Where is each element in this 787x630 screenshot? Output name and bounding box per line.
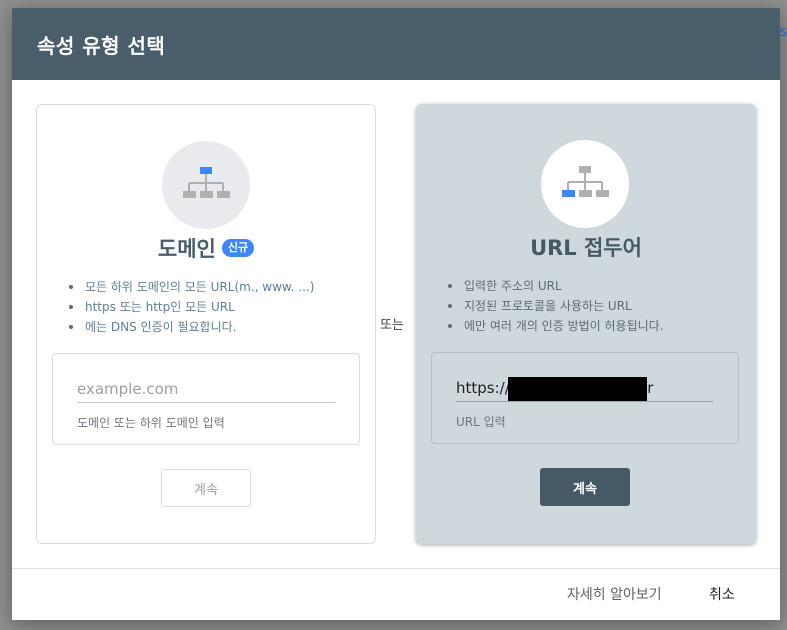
cancel-button[interactable]: 취소 <box>709 584 735 604</box>
domain-continue-button[interactable]: 계속 <box>161 469 251 507</box>
new-badge: 신규 <box>221 239 255 257</box>
domain-input[interactable] <box>77 376 335 403</box>
url-prefix-card[interactable]: URL 접두어 입력한 주소의 URL 지정된 프로토콜을 사용하는 URL 에… <box>416 104 756 544</box>
dialog-title: 속성 유형 선택 <box>37 33 166 58</box>
domain-input-hint: 도메인 또는 하위 도메인 입력 <box>77 416 225 430</box>
redacted-block <box>508 377 647 401</box>
domain-feature-list: 모든 하위 도메인의 모든 URL(m., www. ...) https 또는… <box>67 277 359 337</box>
backdrop-fragment: s <box>779 24 787 40</box>
property-type-dialog: 속성 유형 선택 도메인 신규 모든 하위 도메인의 모든 URL(m., ww… <box>12 8 780 620</box>
domain-card-title: 도메인 <box>157 237 216 261</box>
domain-card-title-row: 도메인 신규 <box>37 233 375 263</box>
url-continue-button[interactable]: 계속 <box>540 468 630 506</box>
list-item: 입력한 주소의 URL <box>446 276 740 296</box>
list-item: 에만 여러 개의 인증 방법이 허용됩니다. <box>446 316 740 336</box>
url-card-title-row: URL 접두어 <box>416 232 756 262</box>
list-item: 에는 DNS 인증이 필요합니다. <box>67 317 359 337</box>
or-separator: 또는 <box>380 318 404 333</box>
domain-card[interactable]: 도메인 신규 모든 하위 도메인의 모든 URL(m., www. ...) h… <box>36 104 376 544</box>
url-input-box: URL 입력 <box>431 352 739 444</box>
url-icon-circle <box>541 140 629 228</box>
url-card-title: URL 접두어 <box>530 236 642 260</box>
list-item: https 또는 http인 모든 URL <box>67 297 359 317</box>
domain-input-box: 도메인 또는 하위 도메인 입력 <box>52 353 360 445</box>
list-item: 지정된 프로토콜을 사용하는 URL <box>446 296 740 316</box>
footer-divider <box>12 568 780 569</box>
list-item: 모든 하위 도메인의 모든 URL(m., www. ...) <box>67 277 359 297</box>
sitemap-icon <box>562 166 609 197</box>
sitemap-icon <box>183 167 230 198</box>
learn-more-link[interactable]: 자세히 알아보기 <box>567 584 662 604</box>
domain-icon-circle <box>162 141 250 229</box>
dialog-header: 속성 유형 선택 <box>12 8 780 80</box>
url-feature-list: 입력한 주소의 URL 지정된 프로토콜을 사용하는 URL 에만 여러 개의 … <box>446 276 740 336</box>
url-input-hint: URL 입력 <box>456 415 506 429</box>
